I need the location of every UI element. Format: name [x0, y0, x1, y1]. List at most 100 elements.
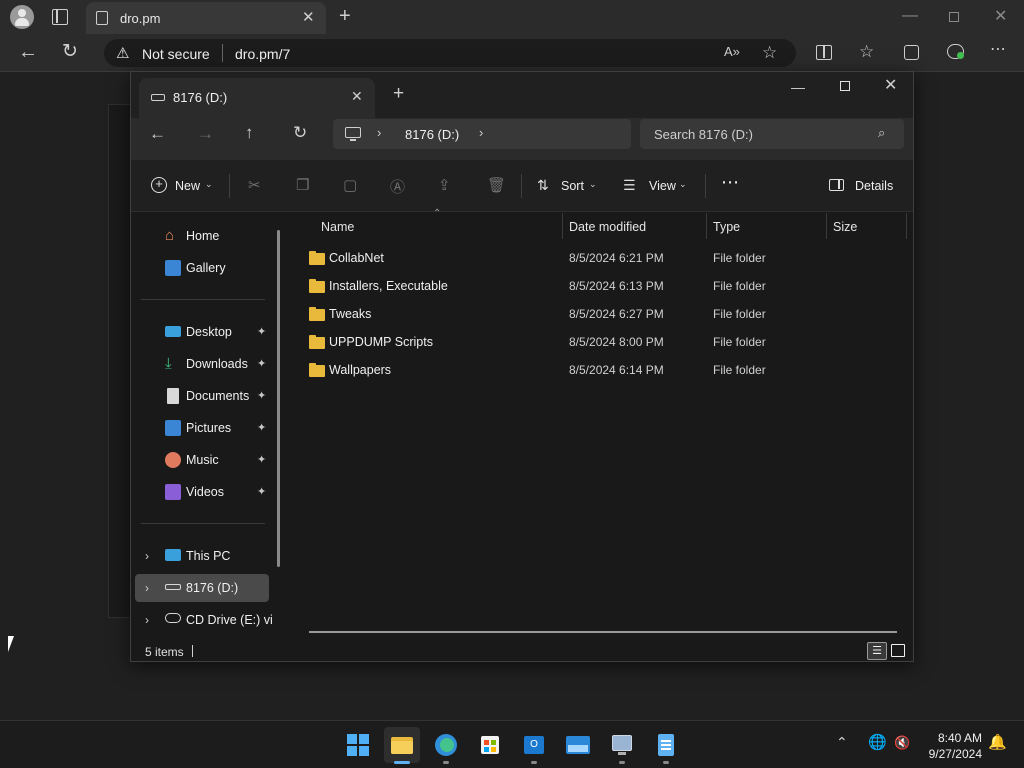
tab-actions-icon[interactable] [52, 9, 68, 25]
sidebar-item-desktop[interactable]: Desktop ✦ [135, 318, 269, 346]
table-row[interactable]: CollabNet 8/5/2024 6:21 PM File folder [291, 245, 907, 271]
rename-icon[interactable]: Ⓐ [390, 176, 405, 197]
pin-icon[interactable]: ✦ [257, 325, 266, 338]
paste-icon[interactable]: ▢ [343, 176, 357, 194]
table-row[interactable]: Tweaks 8/5/2024 6:27 PM File folder [291, 301, 907, 327]
copy-icon[interactable]: ❐ [296, 176, 309, 194]
column-header-date[interactable]: Date modified [569, 220, 646, 234]
sidebar-item-videos[interactable]: Videos ✦ [135, 478, 269, 506]
up-icon[interactable]: ↑ [245, 124, 254, 141]
read-aloud-icon[interactable]: A» [724, 45, 740, 58]
volume-muted-icon[interactable]: 🔇 [894, 736, 910, 749]
details-button[interactable]: Details [825, 172, 897, 200]
breadcrumb-chevron-icon[interactable]: › [377, 126, 381, 139]
new-tab-icon[interactable]: + [393, 84, 404, 103]
sidebar-item-label: CD Drive (E:) virt [186, 613, 272, 627]
browser-tab[interactable]: dro.pm ✕ [86, 2, 326, 34]
sidebar-item-documents[interactable]: Documents ✦ [135, 382, 269, 410]
breadcrumb[interactable]: › 8176 (D:) › [333, 119, 631, 149]
refresh-icon[interactable]: ↻ [62, 42, 78, 61]
column-header-name[interactable]: Name [321, 220, 354, 234]
tiles-view-icon[interactable] [891, 644, 905, 657]
sidebar-item-pictures[interactable]: Pictures ✦ [135, 414, 269, 442]
pin-icon[interactable]: ✦ [257, 485, 266, 498]
column-divider[interactable] [906, 213, 907, 239]
share-icon[interactable]: ⇪ [438, 176, 451, 194]
column-header-size[interactable]: Size [833, 220, 857, 234]
start-button[interactable] [340, 727, 376, 763]
sidebar-item-music[interactable]: Music ✦ [135, 446, 269, 474]
minimize-icon[interactable]: — [791, 80, 805, 94]
sidebar-item-this-pc[interactable]: › This PC [135, 542, 269, 570]
table-row[interactable]: Installers, Executable 8/5/2024 6:13 PM … [291, 273, 907, 299]
column-header-type[interactable]: Type [713, 220, 740, 234]
security-label[interactable]: Not secure [142, 46, 210, 62]
more-menu-icon[interactable]: ⋯ [990, 42, 1006, 58]
edge-taskbar-button[interactable] [428, 727, 464, 763]
close-window-icon[interactable]: ✕ [994, 9, 1007, 25]
breadcrumb-chevron-icon[interactable]: › [479, 126, 483, 139]
maximize-icon[interactable] [840, 81, 850, 91]
new-button[interactable]: + New ⌄ [145, 172, 215, 200]
file-explorer-taskbar-button[interactable] [384, 727, 420, 763]
collections-icon[interactable] [904, 45, 919, 60]
horizontal-scrollbar[interactable] [309, 631, 897, 633]
column-divider[interactable] [826, 213, 827, 239]
profile-avatar[interactable] [10, 5, 34, 29]
close-tab-icon[interactable]: ✕ [302, 10, 315, 25]
chevron-right-icon[interactable]: › [145, 613, 149, 627]
chevron-right-icon[interactable]: › [145, 581, 149, 595]
language-globe-icon[interactable]: 🌐 [868, 735, 887, 750]
back-icon[interactable]: ← [149, 125, 166, 142]
close-tab-icon[interactable]: ✕ [351, 89, 363, 103]
close-window-icon[interactable]: ✕ [884, 78, 897, 94]
more-options-icon[interactable]: ⋯ [721, 172, 739, 193]
pin-icon[interactable]: ✦ [257, 389, 266, 402]
notepad-taskbar-button[interactable] [648, 727, 684, 763]
sidebar-item-drive-e[interactable]: › CD Drive (E:) virt [135, 606, 272, 634]
column-divider[interactable] [706, 213, 707, 239]
sidebar-item-drive-d[interactable]: › 8176 (D:) [135, 574, 269, 602]
sidebar-scrollbar[interactable] [277, 230, 280, 567]
system-clock[interactable]: 8:40 AM 9/27/2024 [912, 730, 982, 762]
chevron-up-icon[interactable]: ⌃ [836, 735, 848, 749]
remote-desktop-taskbar-button[interactable] [604, 727, 640, 763]
sort-button[interactable]: ⇅ Sort ⌄ [535, 172, 605, 200]
pin-icon[interactable]: ✦ [257, 421, 266, 434]
refresh-icon[interactable]: ↻ [293, 124, 307, 141]
restore-icon[interactable] [949, 12, 959, 22]
search-icon[interactable]: ⌕ [878, 126, 885, 139]
outlook-taskbar-button[interactable]: O [516, 727, 552, 763]
sidebar-item-home[interactable]: ⌂ Home [135, 222, 269, 250]
details-view-icon[interactable]: ☰ [867, 642, 887, 660]
table-row[interactable]: UPPDUMP Scripts 8/5/2024 8:00 PM File fo… [291, 329, 907, 355]
table-row[interactable]: Wallpapers 8/5/2024 6:14 PM File folder [291, 357, 907, 383]
browser-essentials-icon[interactable] [947, 44, 964, 59]
split-screen-icon[interactable] [816, 45, 832, 60]
photos-taskbar-button[interactable] [560, 727, 596, 763]
sidebar-item-downloads[interactable]: ⤓ Downloads ✦ [135, 350, 269, 378]
chevron-right-icon[interactable]: › [145, 549, 149, 563]
favorite-star-icon[interactable]: ☆ [762, 44, 777, 61]
new-tab-icon[interactable]: + [339, 6, 351, 26]
delete-icon[interactable]: 🗑 [487, 176, 506, 194]
url-text[interactable]: dro.pm/7 [235, 46, 290, 62]
address-bar[interactable]: ⚠ Not secure dro.pm/7 A» ☆ [104, 39, 796, 67]
store-taskbar-button[interactable] [472, 727, 508, 763]
forward-icon[interactable]: → [197, 125, 214, 142]
sidebar-item-gallery[interactable]: Gallery [135, 254, 269, 282]
page-favicon-icon [96, 11, 108, 25]
breadcrumb-drive[interactable]: 8176 (D:) [405, 127, 459, 142]
explorer-tab[interactable]: 8176 (D:) ✕ [139, 78, 375, 118]
pin-icon[interactable]: ✦ [257, 453, 266, 466]
favorites-icon[interactable]: ☆ [859, 43, 874, 60]
search-input[interactable]: Search 8176 (D:) [654, 127, 753, 142]
column-divider[interactable] [562, 213, 563, 239]
cut-icon[interactable]: ✂ [248, 176, 261, 194]
minimize-icon[interactable]: — [902, 8, 918, 24]
notification-bell-icon[interactable]: 🔔 [988, 735, 1007, 750]
back-icon[interactable]: ← [18, 42, 38, 62]
search-box[interactable]: Search 8176 (D:) ⌕ [640, 119, 904, 149]
pin-icon[interactable]: ✦ [257, 357, 266, 370]
view-button[interactable]: ☰ View ⌄ [621, 172, 695, 200]
